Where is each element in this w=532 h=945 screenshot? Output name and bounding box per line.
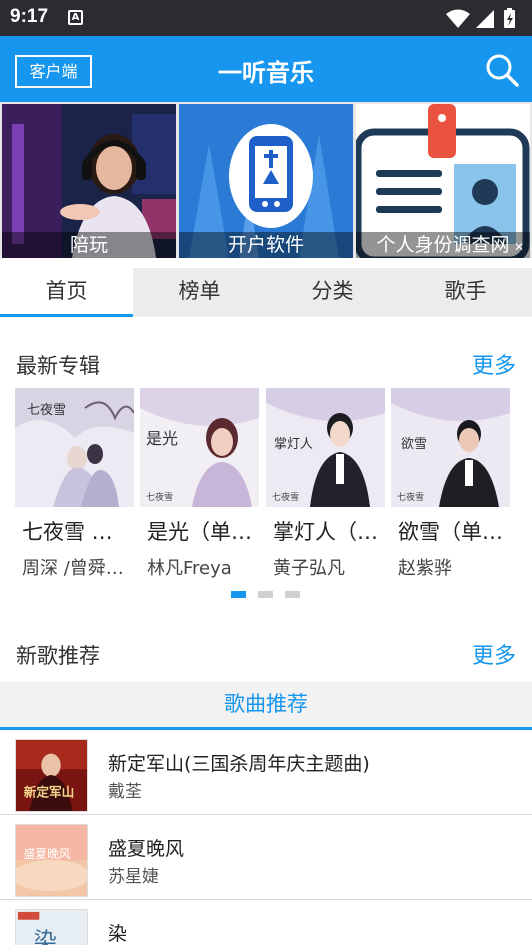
song-title: 染: [108, 923, 128, 945]
list-item[interactable]: 盛夏晚风 盛夏晚风 苏星婕: [0, 816, 532, 900]
wifi-icon: [446, 9, 470, 28]
svg-text:掌灯人: 掌灯人: [274, 437, 313, 452]
more-link[interactable]: 更多: [472, 638, 516, 670]
album-cover: 是光 七夜雪: [140, 388, 259, 507]
more-link[interactable]: 更多: [472, 348, 516, 380]
close-icon[interactable]: ✕: [512, 240, 526, 254]
svg-text:盛夏晚风: 盛夏晚风: [24, 847, 71, 861]
album-name: 七夜雪 …: [22, 520, 113, 544]
section-title: 最新专辑: [16, 354, 100, 378]
list-item[interactable]: 染 染: [0, 901, 532, 945]
song-cover: 盛夏晚风: [15, 824, 88, 897]
album-name: 欲雪（单…: [398, 520, 503, 544]
app-header: 客户端 一听音乐: [0, 36, 532, 102]
song-cover: 染: [15, 909, 88, 945]
album-artist: 林凡Freya: [147, 558, 232, 579]
album-artist: 黄子弘凡: [273, 558, 345, 579]
section-title: 新歌推荐: [16, 644, 100, 668]
status-bar: 9:17 A: [0, 0, 532, 36]
album-cover: 掌灯人 七夜雪: [266, 388, 385, 507]
svg-text:七夜雪: 七夜雪: [146, 491, 173, 503]
svg-text:是光: 是光: [146, 429, 178, 448]
banner-carousel[interactable]: 陪玩 开户软件 个人身份调查网 ✕: [0, 102, 532, 258]
page-dot[interactable]: [258, 591, 273, 598]
album-cover: 七夜雪: [15, 388, 134, 507]
album-name: 是光（单…: [147, 520, 252, 544]
tab-categories[interactable]: 分类: [266, 268, 399, 317]
svg-text:欲雪: 欲雪: [401, 436, 427, 452]
tab-home[interactable]: 首页: [0, 268, 133, 317]
list-item[interactable]: 新定军山 新定军山(三国杀周年庆主题曲) 戴荃: [0, 731, 532, 815]
song-cover: 新定军山: [15, 739, 88, 812]
latest-albums-header: 最新专辑 更多: [0, 344, 532, 384]
banner-item-shenfen[interactable]: 个人身份调查网 ✕: [356, 104, 530, 258]
banner-item-kaihu[interactable]: 开户软件: [179, 104, 353, 258]
banner-caption: 陪玩: [2, 232, 176, 258]
page-dot[interactable]: [285, 591, 300, 598]
main-tabs: 首页 榜单 分类 歌手: [0, 268, 532, 317]
page-dot-active[interactable]: [231, 591, 246, 598]
svg-text:七夜雪: 七夜雪: [272, 491, 299, 503]
song-title: 新定军山(三国杀周年庆主题曲): [108, 753, 370, 775]
svg-text:新定军山: 新定军山: [24, 784, 75, 799]
album-artist: 赵紫骅: [398, 558, 452, 579]
notification-icon: A: [68, 10, 83, 25]
svg-text:染: 染: [34, 927, 57, 945]
new-songs-header: 新歌推荐 更多: [0, 634, 532, 674]
song-title: 盛夏晚风: [108, 838, 185, 860]
search-icon[interactable]: [484, 52, 520, 88]
banner-caption: 个人身份调查网: [356, 232, 530, 258]
signal-icon: [476, 10, 494, 28]
album-artist: 周深 /曾舜…: [22, 558, 124, 579]
song-artist: 戴荃: [108, 782, 142, 802]
album-cover: 欲雪 七夜雪: [391, 388, 510, 507]
system-status-icons: [446, 8, 515, 28]
svg-text:七夜雪: 七夜雪: [27, 403, 66, 418]
svg-text:七夜雪: 七夜雪: [397, 491, 424, 503]
battery-icon: [504, 8, 515, 28]
album-name: 掌灯人（…: [273, 520, 378, 544]
banner-caption: 开户软件: [179, 232, 353, 258]
status-time: 9:17: [10, 6, 49, 27]
tab-song-recommend[interactable]: 歌曲推荐: [0, 682, 532, 730]
page-title: 一听音乐: [218, 59, 314, 87]
tab-singers[interactable]: 歌手: [399, 268, 532, 317]
banner-item-peiwan[interactable]: 陪玩: [2, 104, 176, 258]
song-artist: 苏星婕: [108, 867, 159, 887]
tab-charts[interactable]: 榜单: [133, 268, 266, 317]
